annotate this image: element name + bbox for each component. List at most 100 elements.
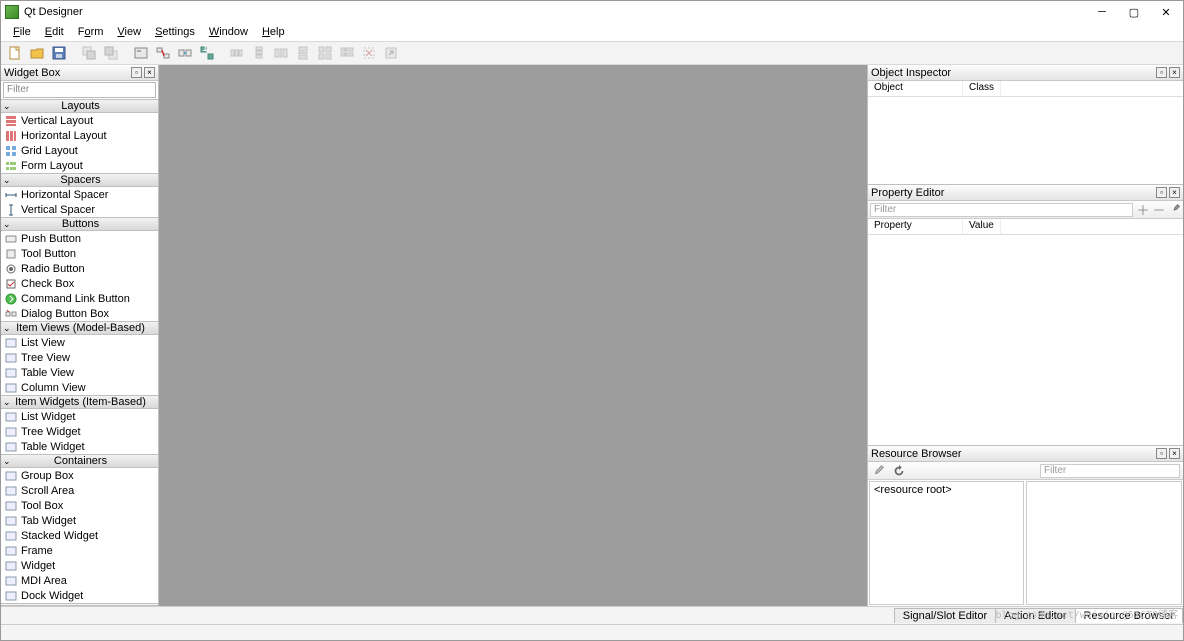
resource-filter-input[interactable]: Filter (1040, 464, 1180, 478)
maximize-button[interactable]: ▢ (1127, 6, 1141, 19)
widget-table-view[interactable]: Table View (1, 365, 158, 380)
widget-mdi-area[interactable]: MDI Area (1, 573, 158, 588)
open-button[interactable] (27, 43, 47, 63)
float-button[interactable]: ▫ (1156, 67, 1167, 78)
widget-dialog-button-box[interactable]: Dialog Button Box (1, 306, 158, 321)
widget-tool-box[interactable]: Tool Box (1, 498, 158, 513)
category-item-views-model-based-[interactable]: ⌄Item Views (Model-Based) (1, 321, 158, 335)
widget-stacked-widget[interactable]: Stacked Widget (1, 528, 158, 543)
widget-tool-button[interactable]: Tool Button (1, 246, 158, 261)
widget-scroll-area[interactable]: Scroll Area (1, 483, 158, 498)
widget-filter-input[interactable]: Filter (3, 82, 156, 98)
widget-table-widget[interactable]: Table Widget (1, 439, 158, 454)
float-button[interactable]: ▫ (1156, 187, 1167, 198)
save-button[interactable] (49, 43, 69, 63)
widget-icon (5, 263, 17, 275)
widget-form-layout[interactable]: Form Layout (1, 158, 158, 173)
widget-column-view[interactable]: Column View (1, 380, 158, 395)
layout-form-button[interactable] (337, 43, 357, 63)
widget-dock-widget[interactable]: Dock Widget (1, 588, 158, 603)
float-button[interactable]: ▫ (131, 67, 142, 78)
resource-root: <resource root> (874, 484, 952, 496)
resource-tree[interactable]: <resource root> (869, 481, 1024, 605)
resource-preview[interactable] (1026, 481, 1182, 605)
edit-signals-button[interactable] (153, 43, 173, 63)
menu-settings[interactable]: Settings (149, 25, 201, 39)
object-inspector-body[interactable] (868, 97, 1183, 184)
col-value[interactable]: Value (963, 219, 1001, 234)
category-item-widgets-item-based-[interactable]: ⌄Item Widgets (Item-Based) (1, 395, 158, 409)
close-panel-button[interactable]: × (1169, 67, 1180, 78)
close-panel-button[interactable]: × (144, 67, 155, 78)
menu-file[interactable]: File (7, 25, 37, 39)
menu-view[interactable]: View (111, 25, 147, 39)
widget-check-box[interactable]: Check Box (1, 276, 158, 291)
close-button[interactable]: ✕ (1159, 6, 1173, 19)
widget-radio-button[interactable]: Radio Button (1, 261, 158, 276)
col-object[interactable]: Object (868, 81, 963, 96)
tab-action-editor[interactable]: Action Editor (995, 608, 1075, 623)
property-editor-body[interactable] (868, 235, 1183, 445)
bottom-tabs: Signal/Slot Editor Action Editor Resourc… (1, 606, 1183, 624)
design-canvas[interactable] (159, 65, 867, 606)
float-button[interactable]: ▫ (1156, 448, 1167, 459)
edit-buddies-button[interactable] (175, 43, 195, 63)
col-property[interactable]: Property (868, 219, 963, 234)
widget-vertical-spacer[interactable]: Vertical Spacer (1, 202, 158, 217)
widget-label: Vertical Layout (21, 115, 93, 127)
widget-list-view[interactable]: List View (1, 335, 158, 350)
remove-property-button[interactable]: － (1151, 202, 1167, 218)
edit-widgets-button[interactable] (131, 43, 151, 63)
minimize-button[interactable]: ─ (1095, 6, 1109, 19)
layout-vertical-button[interactable] (249, 43, 269, 63)
tab-resource-browser[interactable]: Resource Browser (1075, 608, 1183, 623)
widget-list-widget[interactable]: List Widget (1, 409, 158, 424)
col-class[interactable]: Class (963, 81, 1001, 96)
widget-grid-layout[interactable]: Grid Layout (1, 143, 158, 158)
category-input-widgets[interactable]: ⌄Input Widgets (1, 603, 158, 605)
send-back-button[interactable] (79, 43, 99, 63)
category-buttons[interactable]: ⌄Buttons (1, 217, 158, 231)
menu-form[interactable]: Form (72, 25, 110, 39)
break-layout-button[interactable] (359, 43, 379, 63)
layout-vsplit-button[interactable] (293, 43, 313, 63)
widget-group-box[interactable]: Group Box (1, 468, 158, 483)
widget-icon (5, 337, 17, 349)
edit-resources-button[interactable] (871, 463, 887, 479)
layout-grid-button[interactable] (315, 43, 335, 63)
layout-hsplit-button[interactable] (271, 43, 291, 63)
widget-icon (5, 189, 17, 201)
menu-edit[interactable]: Edit (39, 25, 70, 39)
close-panel-button[interactable]: × (1169, 448, 1180, 459)
widget-icon (5, 500, 17, 512)
tab-signal-slot[interactable]: Signal/Slot Editor (894, 608, 996, 623)
new-form-button[interactable] (5, 43, 25, 63)
widget-list[interactable]: ⌄Layouts Vertical LayoutHorizontal Layout… (1, 99, 158, 605)
widget-icon (5, 382, 17, 394)
widget-frame[interactable]: Frame (1, 543, 158, 558)
menu-window[interactable]: Window (203, 25, 254, 39)
category-containers[interactable]: ⌄Containers (1, 454, 158, 468)
widget-push-button[interactable]: Push Button (1, 231, 158, 246)
edit-tab-order-button[interactable]: 1 (197, 43, 217, 63)
widget-widget[interactable]: Widget (1, 558, 158, 573)
widget-tree-view[interactable]: Tree View (1, 350, 158, 365)
menu-help[interactable]: Help (256, 25, 291, 39)
widget-label: Stacked Widget (21, 530, 98, 542)
widget-horizontal-layout[interactable]: Horizontal Layout (1, 128, 158, 143)
property-filter-input[interactable]: Filter (870, 203, 1133, 217)
close-panel-button[interactable]: × (1169, 187, 1180, 198)
category-spacers[interactable]: ⌄Spacers (1, 173, 158, 187)
layout-horizontal-button[interactable] (227, 43, 247, 63)
widget-tab-widget[interactable]: Tab Widget (1, 513, 158, 528)
widget-command-link-button[interactable]: Command Link Button (1, 291, 158, 306)
reload-resources-button[interactable] (891, 463, 907, 479)
property-config-button[interactable] (1167, 202, 1183, 218)
category-layouts[interactable]: ⌄Layouts (1, 99, 158, 113)
add-property-button[interactable]: ＋ (1135, 202, 1151, 218)
widget-tree-widget[interactable]: Tree Widget (1, 424, 158, 439)
adjust-size-button[interactable] (381, 43, 401, 63)
bring-front-button[interactable] (101, 43, 121, 63)
widget-horizontal-spacer[interactable]: Horizontal Spacer (1, 187, 158, 202)
widget-vertical-layout[interactable]: Vertical Layout (1, 113, 158, 128)
